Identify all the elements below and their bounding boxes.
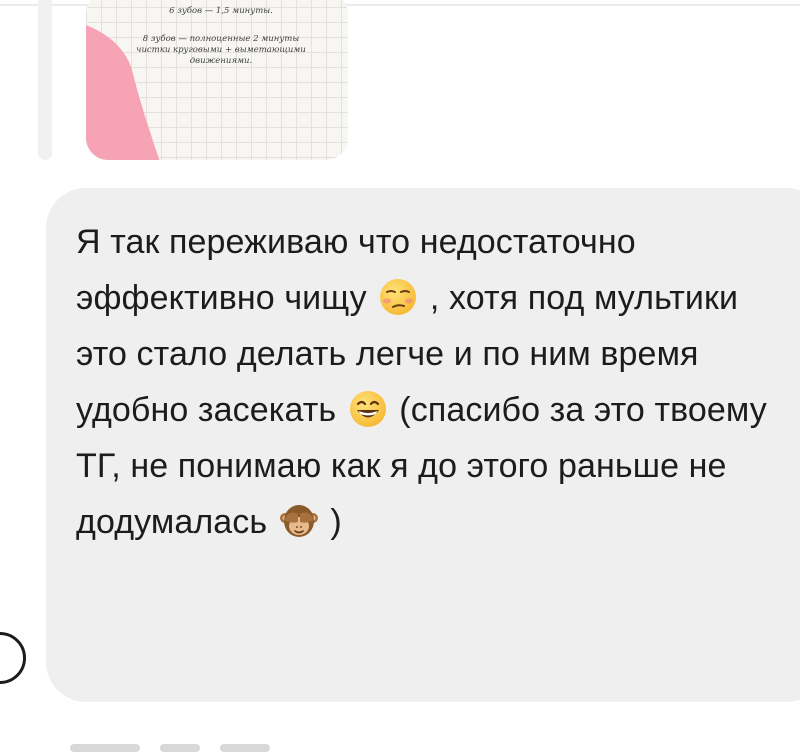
attached-image-card[interactable]: 6 зубов — 1,5 минуты. 8 зубов — полноцен…	[86, 0, 348, 160]
unamused-face-icon	[380, 279, 417, 315]
image-text-line-2: 8 зубов — полноценные 2 минуты чистки кр…	[136, 34, 306, 66]
message-text: Я так переживаю что недостаточно эффекти…	[76, 214, 796, 550]
grinning-face-icon	[349, 391, 386, 427]
message-text-part-4: )	[330, 503, 342, 541]
avatar[interactable]	[0, 632, 26, 684]
next-comment-preview	[70, 738, 280, 754]
image-text-line-1: 6 зубов — 1,5 минуты.	[169, 6, 273, 16]
see-no-evil-monkey-icon	[279, 505, 318, 537]
thread-connector-line	[38, 0, 52, 160]
